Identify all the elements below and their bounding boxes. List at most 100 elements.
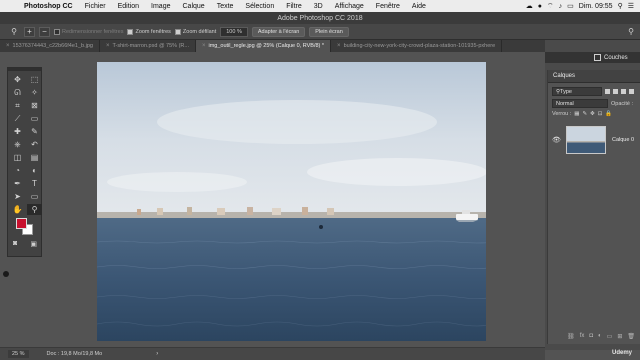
menu-filtre[interactable]: Filtre <box>280 3 308 10</box>
zoom-tool-preset-icon[interactable]: ⚲ <box>8 27 20 37</box>
status-menu-arrow-icon[interactable]: › <box>156 351 158 357</box>
wifi-icon[interactable]: ⌔ <box>547 2 554 11</box>
battery-icon[interactable]: ▭ <box>567 2 574 10</box>
tab-document-1[interactable]: × 15376374443_c22b66f4e1_b.jpg <box>0 40 100 52</box>
mask-icon[interactable]: ◘ <box>589 333 593 340</box>
lock-transparency-icon[interactable]: ▦ <box>574 111 579 117</box>
layer-row[interactable]: 👁 Calque 0 <box>548 123 640 157</box>
group-icon[interactable]: ▭ <box>607 333 613 340</box>
layers-panel: Calques ⚲ Type Normal Opacité : Verrou :… <box>547 70 640 344</box>
pen-icon[interactable]: ✒ <box>10 178 25 189</box>
stamp-icon[interactable]: ⎈ <box>10 139 25 150</box>
menu-extras: ☁ ● ⌔ ♪ ▭ Dim. 09:55 ⚲ ☰ <box>526 0 634 12</box>
zoom-out-button[interactable]: − <box>39 26 50 37</box>
lock-pixels-icon[interactable]: ✎ <box>582 111 587 117</box>
new-layer-icon[interactable]: ⊞ <box>617 333 622 340</box>
channels-label: Couches <box>604 54 628 61</box>
zoom-icon[interactable]: ⚲ <box>27 204 42 215</box>
lock-artboard-icon[interactable]: ⊡ <box>598 111 603 117</box>
menu-fenetre[interactable]: Fenêtre <box>370 3 406 10</box>
lock-row: Verrou : ▦ ✎ ✥ ⊡ 🔒 <box>548 111 640 117</box>
menu-list-icon[interactable]: ☰ <box>628 2 634 10</box>
quick-mask-icon[interactable]: ◙ <box>13 240 17 248</box>
foreground-color-swatch[interactable] <box>16 218 27 229</box>
filter-pixel-icon[interactable] <box>605 89 610 94</box>
menu-selection[interactable]: Sélection <box>239 3 280 10</box>
window-title-bar: Adobe Photoshop CC 2018 <box>0 12 640 24</box>
blend-mode-select[interactable]: Normal <box>552 99 608 108</box>
close-icon[interactable]: × <box>6 43 10 49</box>
zoom-all-windows-checkbox[interactable]: Zoom fenêtres <box>127 28 171 35</box>
lasso-icon[interactable]: ᘏ <box>10 87 25 98</box>
move-icon[interactable]: ✥ <box>10 74 25 85</box>
eyedropper-icon[interactable]: ⟋ <box>10 113 25 124</box>
menu-fichier[interactable]: Fichier <box>79 3 112 10</box>
zoom-percent-field[interactable]: 100 % <box>220 26 248 37</box>
crop-icon[interactable]: ⌗ <box>10 100 25 111</box>
ruler-icon[interactable]: ▭ <box>27 113 42 124</box>
menu-app-name[interactable]: Photoshop CC <box>18 3 79 10</box>
fit-screen-button[interactable]: Adapter à l'écran <box>251 26 306 37</box>
creative-cloud-icon[interactable]: ☁ <box>526 2 533 10</box>
lock-position-icon[interactable]: ✥ <box>590 111 595 117</box>
magic-wand-icon[interactable]: ✧ <box>27 87 42 98</box>
menu-aide[interactable]: Aide <box>406 3 432 10</box>
screen-mode-icon[interactable]: ▣ <box>30 240 37 248</box>
history-brush-icon[interactable]: ↶ <box>27 139 42 150</box>
document-canvas[interactable] <box>97 62 486 341</box>
hand-icon[interactable]: ✋ <box>10 204 25 215</box>
marquee-icon[interactable]: ⬚ <box>27 74 42 85</box>
fx-icon[interactable]: fx <box>580 333 585 340</box>
status-bar: 25 % Doc : 19,8 Mo/19,8 Mo › <box>0 347 545 360</box>
dodge-icon[interactable]: ◐ <box>27 165 42 176</box>
clock-text[interactable]: Dim. 09:55 <box>579 3 613 10</box>
close-icon[interactable]: × <box>337 43 341 49</box>
channels-panel-button[interactable]: Couches <box>590 52 640 63</box>
brush-icon[interactable]: ✎ <box>27 126 42 137</box>
tab-document-2[interactable]: × T-shirt-marron.psd @ 75% (R... <box>100 40 196 52</box>
options-search-icon[interactable]: ⚲ <box>628 27 634 36</box>
link-layers-icon[interactable]: ⛓ <box>567 333 575 340</box>
menu-edition[interactable]: Edition <box>112 3 145 10</box>
tab-document-4[interactable]: × building-city-new-york-city-crowd-plaza… <box>331 40 503 52</box>
path-select-icon[interactable]: ➤ <box>10 191 25 202</box>
healing-icon[interactable]: ✚ <box>10 126 25 137</box>
filter-adjust-icon[interactable] <box>613 89 618 94</box>
volume-icon[interactable]: ♪ <box>559 3 563 10</box>
channels-icon <box>594 54 601 61</box>
gradient-icon[interactable]: ▤ <box>27 152 42 163</box>
close-icon[interactable]: × <box>106 43 110 49</box>
zoom-in-button[interactable]: + <box>24 26 35 37</box>
trash-icon[interactable]: 🗑 <box>627 333 635 340</box>
menu-texte[interactable]: Texte <box>211 3 240 10</box>
menu-3d[interactable]: 3D <box>308 3 329 10</box>
record-icon[interactable]: ● <box>538 3 542 10</box>
lock-all-icon[interactable]: 🔒 <box>605 111 612 117</box>
filter-shape-icon[interactable] <box>629 89 634 94</box>
adjustment-icon[interactable]: ◐ <box>598 333 602 340</box>
menu-image[interactable]: Image <box>145 3 176 10</box>
layers-panel-header[interactable]: Calques <box>548 70 640 83</box>
visibility-eye-icon[interactable]: 👁 <box>552 136 561 144</box>
status-zoom-field[interactable]: 25 % <box>8 350 29 358</box>
tab-document-active[interactable]: × img_outil_regle.jpg @ 25% (Calque 0, RV… <box>195 40 332 52</box>
search-icon[interactable]: ⚲ <box>618 2 623 10</box>
layer-name[interactable]: Calque 0 <box>612 137 634 143</box>
resize-windows-checkbox[interactable]: Redimensionner fenêtres <box>54 28 123 35</box>
fill-screen-button[interactable]: Plein écran <box>309 26 349 37</box>
tools-grid: ✥ ⬚ ᘏ ✧ ⌗ ⊠ ⟋ ▭ ✚ ✎ ⎈ ↶ ◫ ▤ ◔ ◐ ✒ T ➤ ▭ ✋ ⚲ <box>8 71 42 218</box>
resize-windows-box[interactable] <box>54 28 60 35</box>
close-icon[interactable]: × <box>202 43 206 49</box>
menu-calque[interactable]: Calque <box>177 3 211 10</box>
eraser-icon[interactable]: ◫ <box>10 152 25 163</box>
scrubby-zoom-box[interactable] <box>174 28 181 35</box>
zoom-all-windows-box[interactable] <box>127 28 134 35</box>
menu-affichage[interactable]: Affichage <box>329 3 370 10</box>
layer-filter-select[interactable]: ⚲ Type <box>552 87 602 96</box>
blur-icon[interactable]: ◔ <box>10 165 25 176</box>
filter-type-icon[interactable] <box>621 89 626 94</box>
scrubby-zoom-checkbox[interactable]: Zoom défilant <box>174 28 216 35</box>
shape-icon[interactable]: ▭ <box>27 191 42 202</box>
type-icon[interactable]: T <box>27 178 42 189</box>
frame-icon[interactable]: ⊠ <box>27 100 42 111</box>
